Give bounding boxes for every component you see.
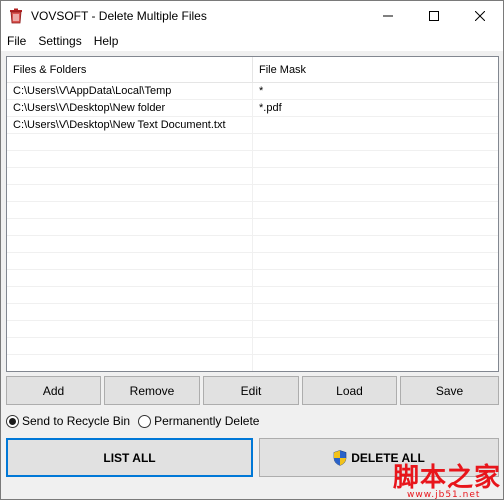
list-row[interactable] [7, 151, 498, 168]
radio-recycle-circle[interactable] [6, 414, 19, 428]
list-row[interactable] [7, 236, 498, 253]
edit-button[interactable]: Edit [203, 376, 299, 405]
maximize-icon [429, 11, 439, 21]
load-button[interactable]: Load [302, 376, 397, 405]
uac-shield-icon [333, 449, 347, 466]
row-mask [253, 236, 498, 253]
column-header-file-mask[interactable]: File Mask [253, 57, 498, 83]
radio-permanent-circle[interactable] [138, 414, 152, 428]
row-mask [253, 321, 498, 338]
list-row[interactable] [7, 253, 498, 270]
radio-permanent-delete[interactable]: Permanently Delete [138, 414, 259, 428]
list-row[interactable] [7, 287, 498, 304]
row-path [7, 270, 253, 287]
list-row[interactable] [7, 338, 498, 355]
row-mask: * [259, 85, 264, 97]
row-mask: *.pdf [259, 102, 282, 114]
row-path [7, 338, 253, 355]
menu-help[interactable]: Help [88, 31, 125, 51]
row-mask [253, 219, 498, 236]
row-path: C:\Users\V\Desktop\New Text Document.txt [7, 117, 253, 134]
row-path [7, 134, 253, 151]
list-button-row: Add Remove Edit Load Save [6, 376, 499, 405]
row-path [7, 321, 253, 338]
row-path [7, 202, 253, 219]
menu-file[interactable]: File [1, 31, 32, 51]
list-row[interactable]: C:\Users\V\Desktop\New Text Document.txt [7, 117, 498, 134]
list-rows: C:\Users\V\AppData\Local\Temp * C:\Users\V… [7, 83, 498, 371]
row-mask [253, 151, 498, 168]
minimize-button[interactable] [365, 1, 411, 31]
title-bar[interactable]: VOVSOFT - Delete Multiple Files [1, 1, 503, 31]
list-row[interactable] [7, 219, 498, 236]
list-row[interactable]: C:\Users\V\Desktop\New folder *.pdf [7, 100, 498, 117]
list-row[interactable] [7, 270, 498, 287]
list-all-button[interactable]: LIST ALL [6, 438, 253, 477]
row-mask [253, 253, 498, 270]
list-header: Files & Folders File Mask [7, 57, 498, 83]
row-path [7, 236, 253, 253]
menu-bar: File Settings Help [1, 31, 503, 51]
watermark-main-text: 脚本之家 [393, 463, 502, 493]
menu-settings[interactable]: Settings [32, 31, 87, 51]
row-mask [253, 134, 498, 151]
list-row[interactable] [7, 134, 498, 151]
list-row[interactable] [7, 185, 498, 202]
row-path [7, 253, 253, 270]
radio-recycle-bin[interactable]: Send to Recycle Bin [6, 414, 130, 428]
watermark-url-text: www.jb51.net [407, 490, 481, 500]
close-icon [475, 11, 485, 21]
add-button[interactable]: Add [6, 376, 101, 405]
row-path [7, 219, 253, 236]
files-list[interactable]: Files & Folders File Mask C:\Users\V\App… [6, 56, 499, 372]
row-path: C:\Users\V\Desktop\New folder [7, 100, 253, 117]
row-path [7, 304, 253, 321]
list-row[interactable] [7, 321, 498, 338]
list-row[interactable] [7, 355, 498, 371]
row-path [7, 355, 253, 371]
maximize-button[interactable] [411, 1, 457, 31]
list-row[interactable]: C:\Users\V\AppData\Local\Temp * [7, 83, 498, 100]
row-path [7, 168, 253, 185]
row-path [7, 287, 253, 304]
delete-mode-group: Send to Recycle Bin Permanently Delete [6, 412, 267, 430]
app-window: VOVSOFT - Delete Multiple Files File Set… [0, 0, 504, 500]
list-all-label: LIST ALL [103, 450, 156, 465]
save-button[interactable]: Save [400, 376, 499, 405]
close-button[interactable] [457, 1, 503, 31]
row-mask [253, 270, 498, 287]
row-mask [253, 338, 498, 355]
row-mask [253, 287, 498, 304]
row-mask [253, 185, 498, 202]
row-mask [253, 202, 498, 219]
list-row[interactable] [7, 168, 498, 185]
site-watermark: 脚本之家 www.jb51.net [393, 457, 504, 500]
row-mask [253, 355, 498, 371]
minimize-icon [383, 15, 393, 17]
row-mask [253, 117, 498, 134]
column-header-files-folders[interactable]: Files & Folders [7, 57, 253, 83]
window-title: VOVSOFT - Delete Multiple Files [31, 9, 207, 23]
radio-permanent-label: Permanently Delete [154, 414, 260, 428]
row-path [7, 185, 253, 202]
remove-button[interactable]: Remove [104, 376, 200, 405]
row-path [7, 151, 253, 168]
row-mask [253, 304, 498, 321]
list-row[interactable] [7, 304, 498, 321]
row-path: C:\Users\V\AppData\Local\Temp [7, 83, 253, 100]
row-mask [253, 168, 498, 185]
radio-recycle-label: Send to Recycle Bin [22, 414, 131, 428]
list-row[interactable] [7, 202, 498, 219]
trash-app-icon [8, 8, 24, 24]
